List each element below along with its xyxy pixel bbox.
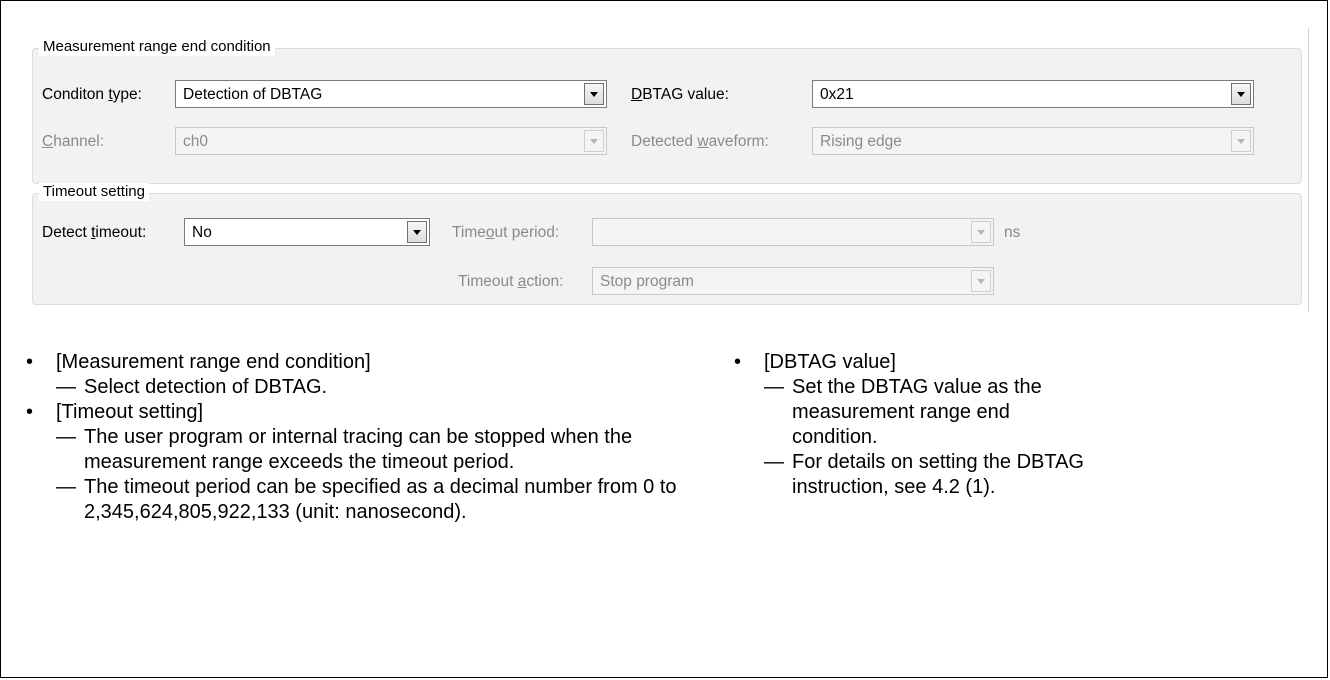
chevron-down-icon bbox=[977, 279, 985, 284]
notes-right-column: • [DBTAG value] — Set the DBTAG value as… bbox=[728, 350, 1088, 500]
channel-label: Channel: bbox=[42, 133, 105, 150]
timeout-period-dropdown-button[interactable] bbox=[971, 221, 991, 243]
end-condition-legend: Measurement range end condition bbox=[39, 38, 275, 56]
note-subitem-text: The user program or internal tracing can… bbox=[84, 426, 633, 473]
measurement-settings-dialog: Measurement range end condition Conditon… bbox=[22, 28, 1309, 312]
note-subitem: — Select detection of DBTAG. bbox=[56, 375, 720, 400]
detected-waveform-dropdown-button[interactable] bbox=[1231, 130, 1251, 152]
chevron-down-icon bbox=[590, 139, 598, 144]
note-title: [Measurement range end condition] bbox=[56, 351, 371, 373]
note-subitem-text: Select detection of DBTAG. bbox=[84, 376, 328, 398]
note-subitem: — Set the DBTAG value as the measurement… bbox=[764, 375, 1088, 450]
channel-dropdown[interactable]: ch0 bbox=[175, 127, 607, 155]
note-subitem: — The timeout period can be specified as… bbox=[56, 475, 720, 525]
bullet-icon: • bbox=[26, 401, 34, 423]
timeout-action-dropdown-button[interactable] bbox=[971, 270, 991, 292]
detect-timeout-dropdown[interactable]: No bbox=[184, 218, 430, 246]
dash-icon: — bbox=[764, 451, 784, 473]
timeout-legend: Timeout setting bbox=[39, 183, 149, 201]
detected-waveform-dropdown[interactable]: Rising edge bbox=[812, 127, 1254, 155]
dbtag-value-dropdown-button[interactable] bbox=[1231, 83, 1251, 105]
timeout-period-label: Timeout period: bbox=[452, 224, 560, 241]
chevron-down-icon bbox=[590, 92, 598, 97]
detect-timeout-value: No bbox=[192, 224, 212, 241]
detect-timeout-dropdown-button[interactable] bbox=[407, 221, 427, 243]
note-subitem-text: Set the DBTAG value as the measurement r… bbox=[792, 376, 1042, 448]
dash-icon: — bbox=[764, 376, 784, 398]
note-subitem: — The user program or internal tracing c… bbox=[56, 425, 720, 475]
note-end-condition: • [Measurement range end condition] — Se… bbox=[20, 350, 720, 400]
condition-type-value: Detection of DBTAG bbox=[183, 86, 323, 103]
dash-icon: — bbox=[56, 376, 76, 398]
notes-left-column: • [Measurement range end condition] — Se… bbox=[20, 350, 720, 525]
chevron-down-icon bbox=[413, 230, 421, 235]
end-condition-group: Measurement range end condition bbox=[32, 38, 1302, 184]
note-title: [Timeout setting] bbox=[56, 401, 204, 423]
timeout-action-value: Stop program bbox=[600, 273, 694, 290]
detect-timeout-label: Detect timeout: bbox=[42, 224, 147, 241]
dbtag-value-label: DBTAG value: bbox=[631, 86, 729, 103]
bullet-icon: • bbox=[734, 351, 742, 373]
note-dbtag-value: • [DBTAG value] — Set the DBTAG value as… bbox=[728, 350, 1088, 500]
condition-type-label: Conditon type: bbox=[42, 86, 142, 103]
chevron-down-icon bbox=[1237, 92, 1245, 97]
note-title: [DBTAG value] bbox=[764, 351, 896, 373]
chevron-down-icon bbox=[977, 230, 985, 235]
dash-icon: — bbox=[56, 426, 76, 448]
note-subitem-text: The timeout period can be specified as a… bbox=[84, 476, 677, 523]
dbtag-value-dropdown[interactable]: 0x21 bbox=[812, 80, 1254, 108]
dash-icon: — bbox=[56, 476, 76, 498]
timeout-action-label: Timeout action: bbox=[458, 273, 564, 290]
chevron-down-icon bbox=[1237, 139, 1245, 144]
detected-waveform-value: Rising edge bbox=[820, 133, 902, 150]
dbtag-value-value: 0x21 bbox=[820, 86, 854, 103]
timeout-action-dropdown[interactable]: Stop program bbox=[592, 267, 994, 295]
note-subitem: — For details on setting the DBTAG instr… bbox=[764, 450, 1088, 500]
bullet-icon: • bbox=[26, 351, 34, 373]
detected-waveform-label: Detected waveform: bbox=[631, 133, 769, 150]
condition-type-dropdown-button[interactable] bbox=[584, 83, 604, 105]
timeout-period-unit: ns bbox=[1004, 224, 1021, 241]
note-timeout-setting: • [Timeout setting] — The user program o… bbox=[20, 400, 720, 525]
note-subitem-text: For details on setting the DBTAG instruc… bbox=[792, 451, 1084, 498]
channel-dropdown-button[interactable] bbox=[584, 130, 604, 152]
timeout-period-dropdown[interactable] bbox=[592, 218, 994, 246]
channel-value: ch0 bbox=[183, 133, 208, 150]
condition-type-dropdown[interactable]: Detection of DBTAG bbox=[175, 80, 607, 108]
